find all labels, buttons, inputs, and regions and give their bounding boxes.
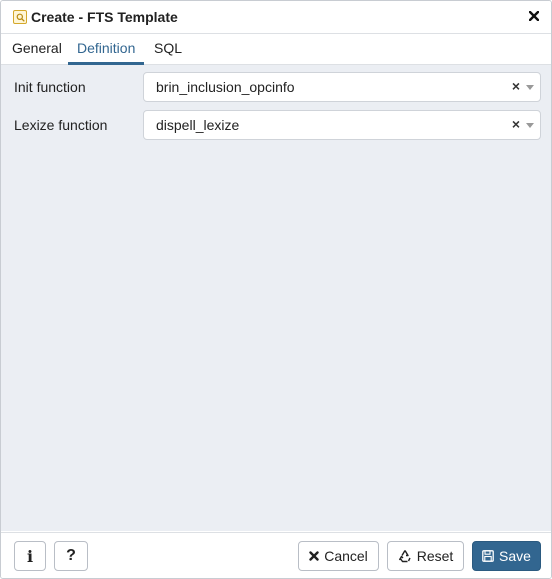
init-function-select[interactable]: brin_inclusion_opcinfo × xyxy=(143,72,541,102)
reset-label: Reset xyxy=(416,548,454,564)
definition-panel: Init function brin_inclusion_opcinfo × L… xyxy=(1,65,551,531)
init-function-row: Init function brin_inclusion_opcinfo × xyxy=(1,72,551,102)
tab-sql[interactable]: SQL xyxy=(145,40,191,62)
info-button[interactable]: i xyxy=(14,541,46,571)
help-icon: ? xyxy=(66,547,76,564)
dialog-titlebar[interactable]: Create - FTS Template xyxy=(1,1,551,34)
reset-button[interactable]: Reset xyxy=(387,541,464,571)
tab-definition[interactable]: Definition xyxy=(68,40,145,65)
help-button[interactable]: ? xyxy=(54,541,88,571)
cancel-button[interactable]: Cancel xyxy=(298,541,379,571)
dialog-tabs: General Definition SQL xyxy=(1,34,551,65)
tab-general[interactable]: General xyxy=(3,40,71,62)
fts-template-icon xyxy=(13,10,27,24)
floppy-disk-icon xyxy=(482,550,494,562)
lexize-function-value: dispell_lexize xyxy=(156,117,240,133)
lexize-function-select[interactable]: dispell_lexize × xyxy=(143,110,541,140)
lexize-function-label: Lexize function xyxy=(14,117,108,133)
info-icon: i xyxy=(26,546,34,566)
init-function-value: brin_inclusion_opcinfo xyxy=(156,79,295,95)
save-button[interactable]: Save xyxy=(472,541,541,571)
cancel-label: Cancel xyxy=(324,548,368,564)
chevron-down-icon[interactable] xyxy=(526,85,534,90)
chevron-down-icon[interactable] xyxy=(526,123,534,128)
create-fts-template-dialog: Create - FTS Template General Definition… xyxy=(0,0,552,579)
times-icon xyxy=(309,551,319,561)
save-label: Save xyxy=(499,548,531,564)
lexize-function-row: Lexize function dispell_lexize × xyxy=(1,110,551,140)
dialog-title: Create - FTS Template xyxy=(31,9,178,25)
close-icon[interactable] xyxy=(526,8,542,24)
init-function-label: Init function xyxy=(14,79,86,95)
recycle-icon xyxy=(398,549,412,563)
clear-icon[interactable]: × xyxy=(512,78,520,94)
clear-icon[interactable]: × xyxy=(512,116,520,132)
dialog-footer: i ? Cancel Reset Save xyxy=(1,532,551,578)
